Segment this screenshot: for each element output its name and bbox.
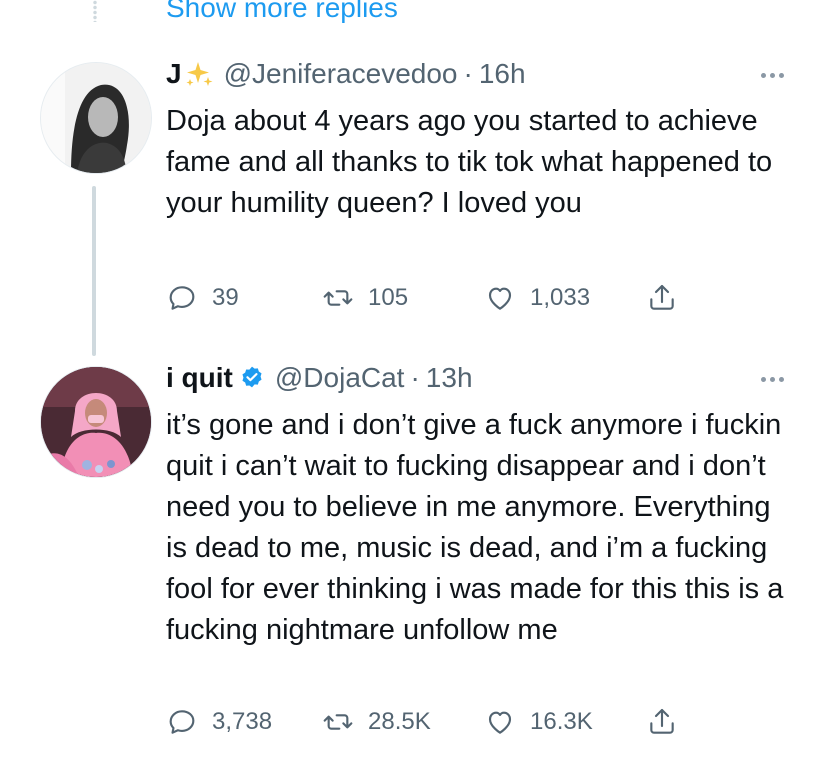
retweet-icon: [323, 714, 353, 730]
tweet-text: Doja about 4 years ago you started to ac…: [166, 105, 773, 219]
heart-icon: [488, 287, 512, 310]
heart-icon: [488, 711, 512, 734]
retweet-count: 28.5K: [368, 708, 431, 735]
avatar[interactable]: [40, 366, 152, 478]
handle[interactable]: @Jeniferacevedoo: [224, 58, 458, 90]
retweet-count: 105: [368, 284, 409, 311]
like-button[interactable]: 16.3K: [484, 706, 593, 738]
tweet-text: it’s gone and i don’t give a fuck anymor…: [166, 409, 784, 646]
sparkles-icon: [184, 59, 214, 89]
tweet-actions: 3,738 28.5K 16.3K: [166, 706, 726, 742]
share-icon: [650, 284, 674, 310]
like-button[interactable]: 1,033: [484, 282, 590, 314]
reply-icon: [169, 710, 195, 734]
more-options-icon[interactable]: [761, 377, 784, 382]
separator: ·: [410, 362, 420, 393]
tweet-header: J @Jeniferacevedoo · 16h: [166, 58, 526, 90]
thread-connector-dots: [93, 0, 97, 22]
share-button[interactable]: [646, 282, 678, 314]
reply-button[interactable]: 3,738: [166, 706, 272, 738]
retweet-button[interactable]: 105: [322, 282, 408, 314]
reply-count: 3,738: [212, 708, 273, 735]
thread-line: [92, 186, 96, 356]
timestamp[interactable]: 16h: [479, 58, 526, 90]
tweet-actions: 39 105 1,033: [166, 282, 726, 318]
share-button[interactable]: [646, 706, 678, 738]
reply-icon: [169, 286, 195, 310]
more-options-icon[interactable]: [761, 73, 784, 78]
like-count: 1,033: [530, 284, 591, 311]
tweet-header: i quit @DojaCat · 13h: [166, 362, 473, 394]
avatar[interactable]: [40, 62, 152, 174]
separator: ·: [463, 58, 473, 89]
handle[interactable]: @DojaCat: [275, 362, 405, 394]
reply-count: 39: [212, 284, 239, 311]
retweet-icon: [323, 290, 353, 306]
timestamp[interactable]: 13h: [426, 362, 473, 394]
like-count: 16.3K: [530, 708, 593, 735]
display-name[interactable]: J: [166, 58, 182, 90]
retweet-button[interactable]: 28.5K: [322, 706, 431, 738]
share-icon: [650, 708, 674, 734]
reply-button[interactable]: 39: [166, 282, 239, 314]
verified-badge-icon: [239, 365, 265, 391]
display-name[interactable]: i quit: [166, 362, 233, 394]
show-more-replies-link[interactable]: Show more replies: [166, 0, 398, 24]
